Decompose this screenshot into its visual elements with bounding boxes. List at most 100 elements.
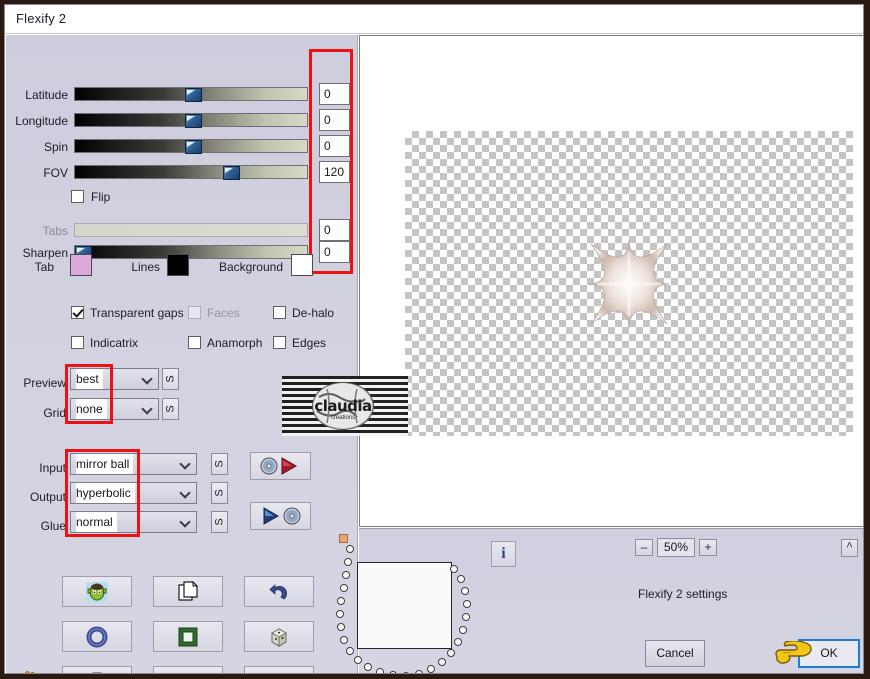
- checkbox-edges[interactable]: [273, 336, 286, 349]
- settings-panel: Latitude 0 Longitude 0 Spin 0 FOV 120 Fl…: [6, 35, 358, 673]
- preview-canvas[interactable]: [359, 35, 863, 527]
- swatch-background[interactable]: [291, 254, 313, 276]
- carousel-dot[interactable]: [340, 636, 348, 644]
- tool-button-cross[interactable]: [62, 666, 132, 673]
- slider-value-longitude[interactable]: 0: [319, 109, 350, 131]
- combo-label-output: Output: [29, 490, 66, 504]
- four-point-concave-star-shape: [583, 238, 675, 330]
- tool-button-frame[interactable]: [153, 621, 223, 652]
- slider-track-sharpen[interactable]: [74, 245, 308, 260]
- grid-s-button[interactable]: S: [162, 398, 179, 420]
- zoom-out-button[interactable]: –: [635, 539, 653, 556]
- load-settings-button[interactable]: [250, 452, 311, 480]
- carousel-dot[interactable]: [346, 647, 354, 655]
- info-button[interactable]: i: [491, 541, 516, 567]
- slider-label-longitude: Longitude: [15, 114, 68, 128]
- input-s-button[interactable]: S: [211, 453, 228, 475]
- carousel-dot[interactable]: [389, 671, 397, 673]
- carousel-dot[interactable]: [340, 584, 348, 592]
- tool-button-brick[interactable]: [153, 666, 223, 673]
- carousel-dot[interactable]: [457, 575, 465, 583]
- glue-s-button[interactable]: S: [211, 511, 228, 533]
- slider-track-fov[interactable]: [74, 165, 308, 180]
- tool-button-gem[interactable]: [244, 666, 314, 673]
- carousel-dot[interactable]: [427, 665, 435, 673]
- slider-thumb-longitude[interactable]: [185, 114, 202, 128]
- tool-button-copy[interactable]: [153, 576, 223, 607]
- combo-grid[interactable]: none: [70, 398, 159, 420]
- combo-glue[interactable]: normal: [70, 511, 197, 533]
- slider-track-longitude[interactable]: [74, 113, 308, 128]
- yellow-brick-icon: [154, 667, 222, 673]
- combo-output[interactable]: hyperbolic: [70, 482, 197, 504]
- carousel-dot[interactable]: [463, 600, 471, 608]
- checkbox-label-de-halo: De-halo: [292, 306, 335, 320]
- carousel-dot[interactable]: [337, 623, 345, 631]
- slider-thumb-latitude[interactable]: [185, 88, 202, 102]
- tool-button-shrek[interactable]: [62, 576, 132, 607]
- checkbox-indicatrix[interactable]: [71, 336, 84, 349]
- preview-s-button[interactable]: S: [162, 368, 179, 390]
- dice-icon: [245, 622, 313, 651]
- carousel-dot[interactable]: [376, 668, 384, 673]
- carousel-dot[interactable]: [364, 663, 372, 671]
- checkbox-label-indicatrix: Indicatrix: [90, 336, 139, 350]
- preset-carousel[interactable]: [335, 532, 485, 673]
- transparency-checkerboard: [405, 131, 853, 436]
- carousel-dot[interactable]: [415, 670, 423, 673]
- carousel-preview-square[interactable]: [357, 562, 452, 649]
- carousel-dot[interactable]: [344, 558, 352, 566]
- glue-s-button-label: S: [213, 518, 226, 526]
- tool-button-undo[interactable]: [244, 576, 314, 607]
- slider-track-spin[interactable]: [74, 139, 308, 154]
- carousel-dot[interactable]: [461, 587, 469, 595]
- hand-cursor-icon: [773, 639, 817, 671]
- carousel-dot[interactable]: [438, 658, 446, 666]
- slider-value-fov[interactable]: 120: [319, 161, 350, 183]
- carousel-dot[interactable]: [402, 672, 410, 673]
- swatch-tab[interactable]: [70, 254, 92, 276]
- save-settings-button[interactable]: [250, 502, 311, 530]
- carousel-dot[interactable]: [459, 626, 467, 634]
- slider-thumb-spin[interactable]: [185, 140, 202, 154]
- carousel-dot[interactable]: [336, 610, 344, 618]
- slider-value-spin[interactable]: 0: [319, 135, 350, 157]
- carousel-dot[interactable]: [454, 638, 462, 646]
- carousel-dot[interactable]: [342, 571, 350, 579]
- tool-button-dice[interactable]: [244, 621, 314, 652]
- checkbox-de-halo[interactable]: [273, 306, 286, 319]
- combo-value-grid: none: [76, 399, 107, 419]
- combo-label-glue: Glue: [40, 519, 66, 533]
- carousel-marker[interactable]: [339, 534, 348, 543]
- combo-label-input: Input: [39, 461, 66, 475]
- slider-thumb-fov[interactable]: [223, 166, 240, 180]
- zoom-in-button[interactable]: +: [699, 539, 717, 556]
- green-frame-icon: [154, 622, 222, 651]
- checkbox-flip[interactable]: [71, 190, 84, 203]
- carousel-dot[interactable]: [337, 597, 345, 605]
- swatch-lines[interactable]: [167, 254, 189, 276]
- collapse-button[interactable]: ^: [841, 539, 858, 557]
- combo-input[interactable]: mirror ball: [70, 453, 197, 475]
- slider-track-latitude[interactable]: [74, 87, 308, 102]
- undo-arrow-icon: [245, 577, 313, 606]
- carousel-dot[interactable]: [346, 545, 354, 553]
- green-flame-orb-icon[interactable]: [16, 668, 48, 673]
- checkbox-anamorph[interactable]: [188, 336, 201, 349]
- carousel-dot[interactable]: [354, 656, 362, 664]
- swatch-label-background: Background: [218, 260, 283, 274]
- slider-value-tabs[interactable]: 0: [319, 219, 350, 241]
- output-s-button[interactable]: S: [211, 482, 228, 504]
- slider-value-latitude[interactable]: 0: [319, 83, 350, 105]
- carousel-dot[interactable]: [447, 649, 455, 657]
- blue-gem-icon: [245, 667, 313, 673]
- combo-preview[interactable]: best: [70, 368, 159, 390]
- slider-value-sharpen[interactable]: 0: [319, 241, 350, 263]
- tool-button-torus[interactable]: [62, 621, 132, 652]
- carousel-dot[interactable]: [450, 565, 458, 573]
- checkbox-transparent-gaps[interactable]: [71, 306, 84, 319]
- zoom-level-value[interactable]: 50%: [657, 538, 695, 557]
- cancel-button[interactable]: Cancel: [645, 640, 705, 667]
- carousel-dot[interactable]: [462, 613, 470, 621]
- watermark-claudia: claudia creations: [282, 376, 408, 436]
